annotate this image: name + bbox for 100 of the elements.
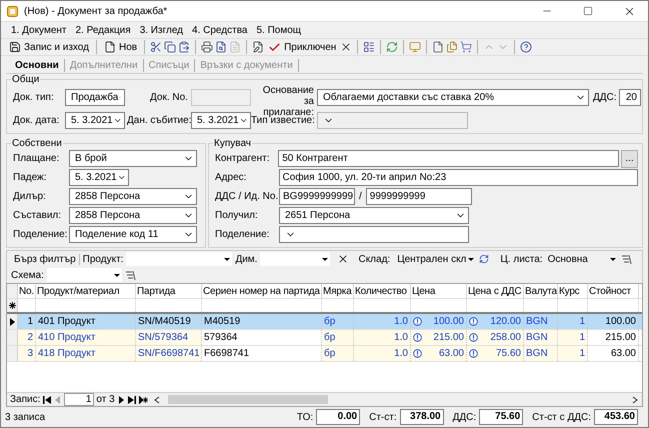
table-cell: 1: [558, 346, 588, 361]
table-cell: 2: [18, 330, 36, 345]
cart-icon[interactable]: [460, 41, 472, 53]
table-cell: 1: [18, 314, 36, 329]
filter-settings-icon[interactable]: [124, 270, 136, 280]
last-record-button[interactable]: [128, 394, 137, 405]
text-field[interactable]: 50 Контрагент: [278, 150, 620, 167]
filter-settings-icon[interactable]: [620, 254, 632, 264]
menu-item[interactable]: 5. Помощ: [256, 24, 301, 36]
list-icon[interactable]: [363, 41, 376, 53]
warehouse-dropdown[interactable]: Централен скл: [395, 252, 476, 266]
page-icon: [104, 41, 116, 53]
print-icon[interactable]: [201, 41, 214, 53]
doc-type-dropdown[interactable]: Продажба: [65, 88, 125, 106]
separator-text: /: [359, 191, 362, 202]
date-field[interactable]: 5. 3.2021: [69, 169, 129, 186]
menu-item[interactable]: 4. Средства: [192, 24, 248, 36]
dropdown-field[interactable]: Поделение код 11: [69, 226, 197, 243]
app-icon: [7, 6, 18, 16]
edit-icon[interactable]: [252, 41, 264, 53]
field-label: Дан. събитие:: [127, 114, 191, 126]
column-header[interactable]: Мярка: [322, 284, 354, 298]
info-icon: [413, 349, 422, 358]
copy-icon[interactable]: [164, 41, 176, 53]
paste-icon[interactable]: [178, 41, 190, 53]
price-list-dropdown[interactable]: Основна: [546, 252, 618, 266]
preview-icon[interactable]: [215, 41, 228, 53]
dropdown-field[interactable]: 2651 Персона: [279, 207, 469, 224]
field-label: Ц. листа:: [500, 254, 543, 264]
table-row[interactable]: 1 401 Продукт SN/M40519 M40519 бр 1.0 100.00 120.00 BGN 1 100.00: [7, 314, 642, 330]
table-cell: 63.00: [411, 346, 467, 361]
complete-button[interactable]: Приключен: [266, 39, 338, 55]
field-label: Поделение:: [215, 229, 270, 240]
maximize-button[interactable]: [583, 6, 593, 16]
menu-item[interactable]: 2. Редакция: [75, 24, 131, 36]
field-label: Запис:: [10, 394, 40, 405]
field-label: Получил:: [215, 210, 258, 221]
screen-icon[interactable]: [409, 41, 422, 53]
table-cell: 120.00: [467, 314, 524, 329]
new-button[interactable]: Нов: [102, 39, 140, 55]
cut-icon[interactable]: [150, 41, 162, 53]
save-exit-button[interactable]: Запис и изход: [7, 39, 91, 55]
menu-item[interactable]: 1. Документ: [11, 24, 66, 36]
table-cell: 410 Продукт: [36, 330, 136, 345]
scroll-right-icon[interactable]: [632, 396, 638, 404]
pages-icon[interactable]: [446, 41, 458, 53]
table-cell: 401 Продукт: [36, 314, 136, 329]
dimension-filter-field[interactable]: [260, 252, 330, 266]
clear-icon[interactable]: [337, 253, 350, 265]
table-row[interactable]: 3 418 Продукт SN/F6698741 F6698741 бр 1.0 63.00 75.60 BGN 1 63.00: [7, 346, 642, 362]
table-row[interactable]: 2 410 Продукт SN/579364 579364 бр 1.0 215.00 258.00 BGN 1 215.00: [7, 330, 642, 346]
field-label: Дим.: [235, 254, 258, 264]
field-label: Док. No.: [149, 92, 189, 102]
quick-filter-button[interactable]: Бърз филтър: [11, 254, 80, 264]
field-label: Продукт:: [82, 254, 124, 264]
vat-field[interactable]: 20: [619, 88, 641, 106]
column-header[interactable]: Цена: [411, 284, 467, 298]
column-header[interactable]: Валута: [524, 284, 558, 298]
dropdown-field[interactable]: В брой: [69, 150, 197, 167]
browse-button[interactable]: ...: [621, 150, 638, 168]
scrollbar-thumb[interactable]: [168, 395, 328, 404]
field-label: Док. дата:: [13, 114, 60, 126]
column-header[interactable]: Стойност: [588, 284, 639, 298]
field-label: Поделение:: [13, 229, 68, 240]
refresh-icon[interactable]: [386, 41, 398, 53]
field-label: Основание за прилагане:: [262, 85, 315, 118]
date-field[interactable]: 5. 3.2021: [191, 112, 251, 128]
column-header[interactable]: Курс: [558, 284, 588, 298]
column-header[interactable]: Продукт/материал: [36, 284, 136, 298]
field-label: ДДС:: [593, 92, 618, 102]
text-field[interactable]: BG9999999999: [279, 188, 355, 205]
new-record-button[interactable]: [138, 394, 148, 405]
first-record-button[interactable]: [42, 394, 52, 405]
field-label: Склад:: [358, 254, 390, 264]
tab[interactable]: Основни: [10, 58, 65, 72]
dropdown-field[interactable]: [279, 226, 469, 243]
column-header[interactable]: No.: [18, 284, 36, 298]
help-icon[interactable]: [520, 41, 532, 53]
dropdown-field[interactable]: 2858 Персона: [69, 188, 197, 205]
menu-item[interactable]: 3. Изглед: [140, 24, 184, 36]
column-header[interactable]: Цена с ДДС: [467, 284, 524, 298]
next-record-button[interactable]: [116, 394, 126, 405]
column-header[interactable]: Партида: [136, 284, 202, 298]
scroll-left-icon[interactable]: [154, 396, 160, 404]
field-label: Дилър:: [13, 191, 46, 202]
group-title: Собствени: [11, 138, 63, 149]
column-header[interactable]: Сериен номер на партида: [202, 284, 322, 298]
record-number-field[interactable]: 1: [64, 393, 94, 406]
basis-dropdown[interactable]: Облагаеми доставки със ставка 20%: [317, 88, 589, 106]
text-field[interactable]: 9999999999: [366, 188, 472, 205]
text-field[interactable]: София 1000, ул. 20-ти април No:23: [278, 169, 638, 186]
delete-icon[interactable]: [340, 41, 352, 53]
column-header[interactable]: Количество: [354, 284, 411, 298]
info-icon: [469, 333, 478, 342]
date-field[interactable]: 5. 3.2021: [65, 112, 125, 128]
field-label: Схема:: [11, 270, 44, 280]
refresh-icon[interactable]: [479, 254, 490, 264]
dropdown-field[interactable]: 2858 Персона: [69, 207, 197, 224]
product-filter-field[interactable]: [126, 252, 232, 266]
page-icon[interactable]: [432, 41, 444, 53]
